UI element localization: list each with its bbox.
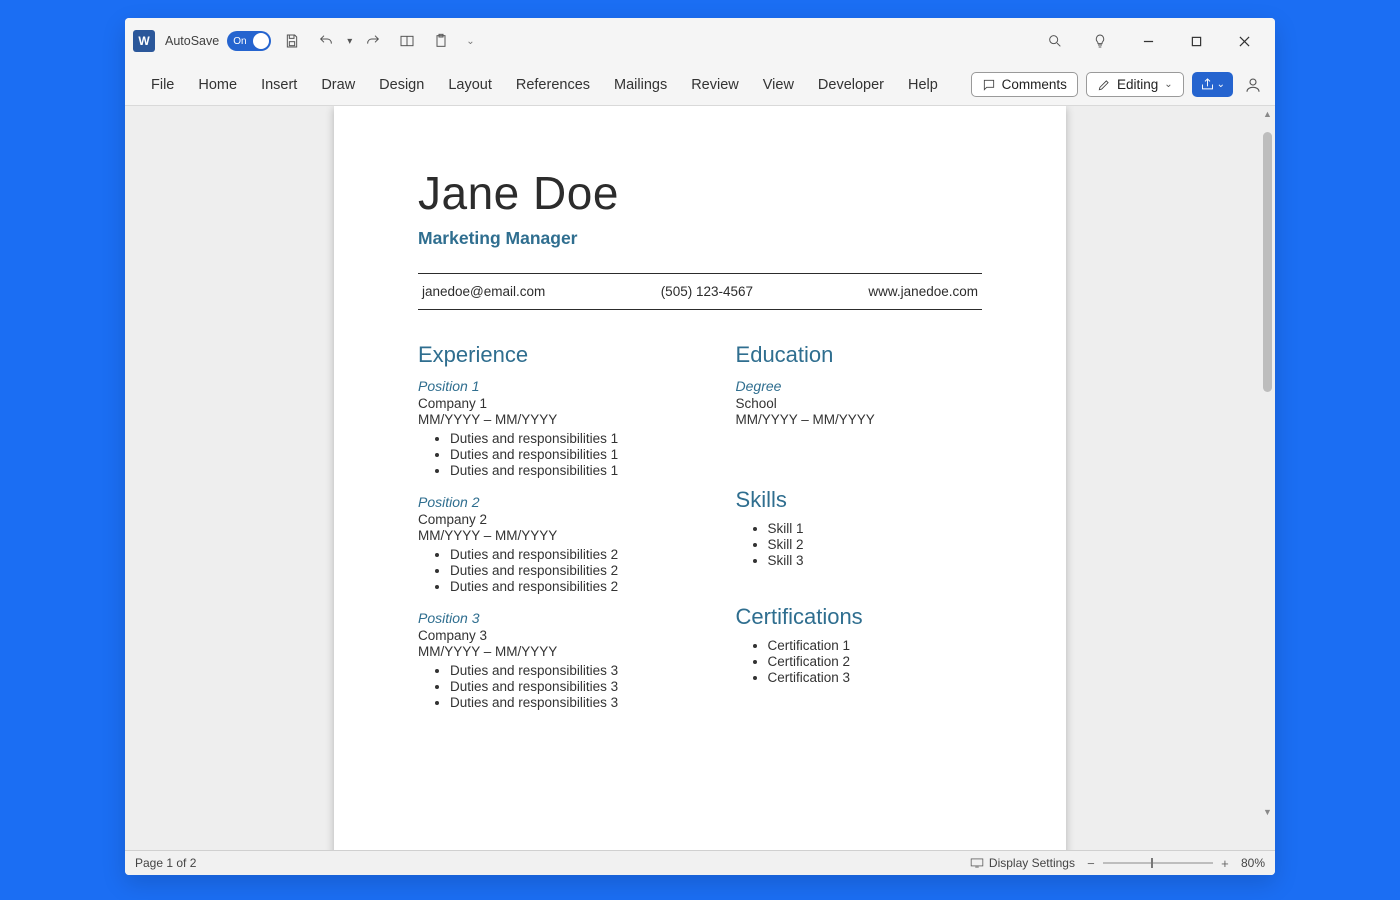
skill-item[interactable]: Skill 1 (768, 521, 982, 536)
autosave-state: On (233, 36, 246, 47)
editing-label: Editing (1117, 77, 1158, 92)
toggle-knob (253, 33, 269, 49)
status-bar: Page 1 of 2 Display Settings − + 80% (125, 850, 1275, 875)
undo-dropdown-icon[interactable]: ▾ (347, 36, 352, 47)
duty-item[interactable]: Duties and responsibilities 3 (450, 679, 706, 694)
tab-layout[interactable]: Layout (436, 71, 504, 99)
word-app-icon: W (133, 30, 155, 52)
tab-developer[interactable]: Developer (806, 71, 896, 99)
reading-view-button[interactable] (394, 28, 420, 54)
tab-mailings[interactable]: Mailings (602, 71, 679, 99)
duty-item[interactable]: Duties and responsibilities 2 (450, 563, 706, 578)
duty-item[interactable]: Duties and responsibilities 1 (450, 447, 706, 462)
chevron-down-icon: ⌄ (1217, 79, 1225, 90)
chevron-down-icon: ⌄ (1164, 79, 1172, 90)
certifications-heading[interactable]: Certifications (736, 604, 982, 630)
contact-phone[interactable]: (505) 123-4567 (661, 284, 753, 299)
duty-item[interactable]: Duties and responsibilities 2 (450, 547, 706, 562)
display-settings-button[interactable]: Display Settings (970, 856, 1075, 870)
cert-item[interactable]: Certification 2 (768, 654, 982, 669)
tab-design[interactable]: Design (367, 71, 436, 99)
company-name[interactable]: Company 1 (418, 396, 706, 411)
resume-name[interactable]: Jane Doe (418, 166, 982, 220)
degree-title[interactable]: Degree (736, 378, 982, 394)
resume-title[interactable]: Marketing Manager (418, 228, 982, 249)
zoom-level[interactable]: 80% (1241, 856, 1265, 870)
skill-item[interactable]: Skill 3 (768, 553, 982, 568)
document-area[interactable]: Jane Doe Marketing Manager janedoe@email… (125, 106, 1275, 850)
date-range[interactable]: MM/YYYY – MM/YYYY (418, 412, 706, 427)
company-name[interactable]: Company 3 (418, 628, 706, 643)
redo-button[interactable] (360, 28, 386, 54)
skills-heading[interactable]: Skills (736, 487, 982, 513)
coauthoring-button[interactable] (1241, 73, 1265, 97)
zoom-slider[interactable] (1103, 862, 1213, 864)
education-heading[interactable]: Education (736, 342, 982, 368)
minimize-button[interactable] (1125, 25, 1171, 57)
zoom-control[interactable]: − + (1085, 856, 1231, 871)
autosave-label: AutoSave (165, 34, 219, 48)
page-indicator[interactable]: Page 1 of 2 (135, 856, 196, 870)
qat-customize-icon[interactable]: ⌄ (466, 36, 474, 47)
tab-references[interactable]: References (504, 71, 602, 99)
share-button[interactable]: ⌄ (1192, 72, 1233, 97)
duty-item[interactable]: Duties and responsibilities 3 (450, 663, 706, 678)
position-title[interactable]: Position 1 (418, 378, 706, 394)
word-window: W AutoSave On ▾ ⌄ (125, 18, 1275, 875)
duty-item[interactable]: Duties and responsibilities 3 (450, 695, 706, 710)
undo-button[interactable] (313, 28, 339, 54)
comments-label: Comments (1002, 77, 1067, 92)
tab-insert[interactable]: Insert (249, 71, 309, 99)
document-page[interactable]: Jane Doe Marketing Manager janedoe@email… (334, 106, 1066, 850)
duty-item[interactable]: Duties and responsibilities 1 (450, 463, 706, 478)
company-name[interactable]: Company 2 (418, 512, 706, 527)
tab-help[interactable]: Help (896, 71, 950, 99)
tips-button[interactable] (1077, 25, 1123, 57)
school-name[interactable]: School (736, 396, 982, 411)
close-button[interactable] (1221, 25, 1267, 57)
cert-item[interactable]: Certification 1 (768, 638, 982, 653)
maximize-button[interactable] (1173, 25, 1219, 57)
tab-home[interactable]: Home (186, 71, 249, 99)
zoom-in-button[interactable]: + (1219, 856, 1231, 871)
comments-button[interactable]: Comments (971, 72, 1078, 97)
education-dates[interactable]: MM/YYYY – MM/YYYY (736, 412, 982, 427)
search-button[interactable] (1035, 33, 1075, 49)
contact-email[interactable]: janedoe@email.com (422, 284, 545, 299)
clipboard-button[interactable] (428, 28, 454, 54)
date-range[interactable]: MM/YYYY – MM/YYYY (418, 528, 706, 543)
contact-bar[interactable]: janedoe@email.com (505) 123-4567 www.jan… (418, 273, 982, 310)
contact-website[interactable]: www.janedoe.com (868, 284, 978, 299)
display-settings-label: Display Settings (989, 856, 1075, 870)
vertical-scrollbar[interactable]: ▲ ▼ (1262, 110, 1273, 816)
tab-review[interactable]: Review (679, 71, 751, 99)
position-title[interactable]: Position 2 (418, 494, 706, 510)
tab-file[interactable]: File (139, 71, 186, 99)
tab-view[interactable]: View (751, 71, 806, 99)
zoom-out-button[interactable]: − (1085, 856, 1097, 871)
skill-item[interactable]: Skill 2 (768, 537, 982, 552)
position-title[interactable]: Position 3 (418, 610, 706, 626)
experience-item[interactable]: Position 1 Company 1 MM/YYYY – MM/YYYY D… (418, 378, 706, 478)
date-range[interactable]: MM/YYYY – MM/YYYY (418, 644, 706, 659)
experience-item[interactable]: Position 2 Company 2 MM/YYYY – MM/YYYY D… (418, 494, 706, 594)
experience-heading[interactable]: Experience (418, 342, 706, 368)
autosave-toggle[interactable]: On (227, 31, 271, 51)
duty-item[interactable]: Duties and responsibilities 1 (450, 431, 706, 446)
scroll-thumb[interactable] (1263, 132, 1272, 392)
editing-mode-button[interactable]: Editing ⌄ (1086, 72, 1184, 97)
scroll-up-icon[interactable]: ▲ (1262, 108, 1273, 120)
save-button[interactable] (279, 28, 305, 54)
duty-item[interactable]: Duties and responsibilities 2 (450, 579, 706, 594)
titlebar: W AutoSave On ▾ ⌄ (125, 18, 1275, 64)
tab-draw[interactable]: Draw (309, 71, 367, 99)
ribbon-tabs: File Home Insert Draw Design Layout Refe… (125, 64, 1275, 106)
scroll-down-icon[interactable]: ▼ (1262, 806, 1273, 818)
cert-item[interactable]: Certification 3 (768, 670, 982, 685)
experience-item[interactable]: Position 3 Company 3 MM/YYYY – MM/YYYY D… (418, 610, 706, 710)
